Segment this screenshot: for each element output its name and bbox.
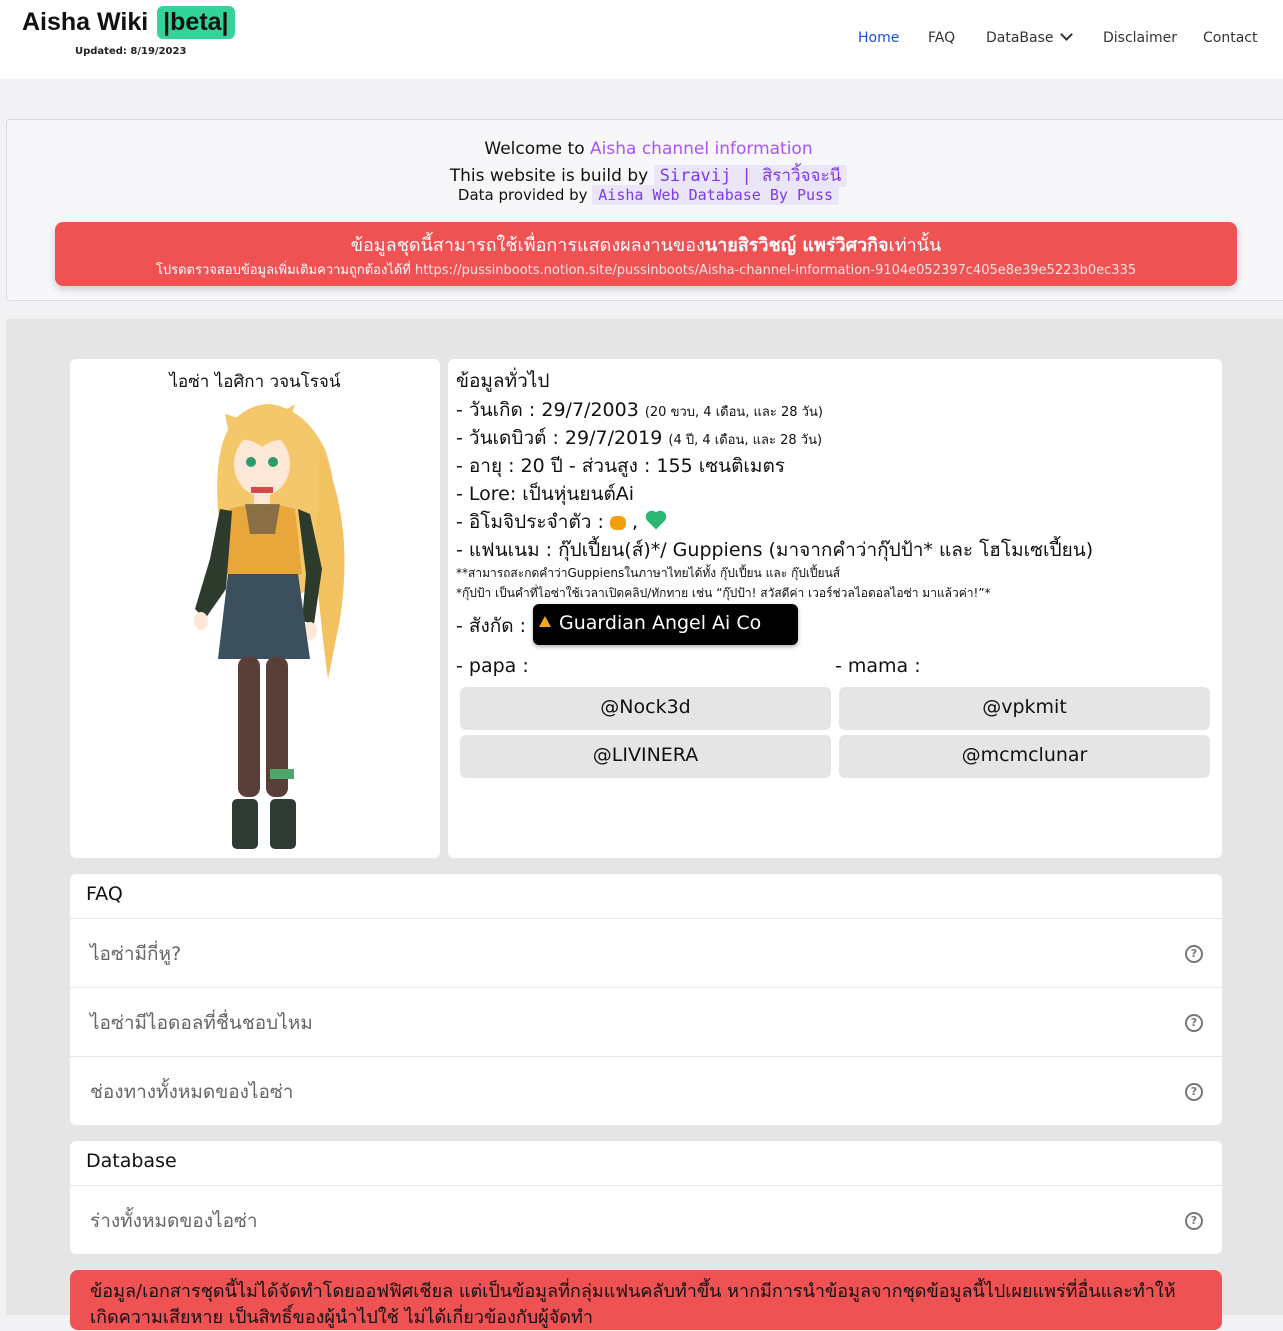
database-item-label: ร่างทั้งหมดของไอซ่า	[90, 1210, 258, 1232]
debut-value: - วันเดบิวต์ : 29/7/2019	[456, 427, 663, 449]
faq-item[interactable]: ไอซ่ามีไอดอลที่ชื่นชอบไหม ?	[70, 987, 1222, 1057]
alert-owner: นายสิรวิชญ์ แพร่วิศวกิจ	[704, 235, 889, 256]
fanname-row: - แฟนเนม : กุ๊ปเปี้ยน(ส์)*/ Guppiens (มา…	[456, 539, 1094, 561]
affiliation-badge[interactable]: Guardian Angel Ai Co Ltd.	[533, 604, 798, 672]
papa-label: - papa :	[456, 655, 529, 677]
cat-emoji-icon	[609, 515, 626, 530]
age-height-row: - อายุ : 20 ปี - ส่วนสูง : 155 เซนติเมตร	[456, 455, 785, 477]
faq-section: FAQ ไอซ่ามีกี่หู? ? ไอซ่ามีไอดอลที่ชื่นช…	[70, 874, 1222, 1125]
mama-label: - mama :	[835, 655, 921, 677]
profile-card: ไอซ่า ไอศิกา วจนโรจน์	[70, 359, 440, 858]
faq-item[interactable]: ช่องทางทั้งหมดของไอซ่า ?	[70, 1056, 1222, 1126]
nav-database-dropdown[interactable]: DataBase	[986, 28, 1073, 46]
papa-nock3d-button[interactable]: @Nock3d	[460, 687, 831, 730]
emoji-row: - อิโมจิประจำตัว : ,	[456, 507, 665, 537]
alert-text: ข้อมูลชุดนี้สามารถใช้เพื่อการแสดงผลงานขอ…	[350, 235, 705, 256]
info-heading: ข้อมูลทั่วไป	[456, 370, 550, 392]
birthday-value: - วันเกิด : 29/7/2003	[456, 399, 639, 421]
question-circle-icon: ?	[1185, 945, 1203, 963]
nav-contact-link[interactable]: Contact	[1203, 30, 1257, 46]
builder-text: This website is build by	[449, 166, 654, 186]
faq-question: ไอซ่ามีกี่หู?	[90, 943, 182, 965]
provider-name: Aisha Web Database By Puss	[592, 185, 840, 205]
usage-alert: ข้อมูลชุดนี้สามารถใช้เพื่อการแสดงผลงานขอ…	[55, 222, 1237, 286]
faq-question: ช่องทางทั้งหมดของไอซ่า	[90, 1081, 294, 1103]
character-illustration	[194, 404, 345, 849]
site-logo[interactable]: Aisha Wiki |beta|	[22, 6, 235, 39]
logo-text: Aisha Wiki	[22, 8, 149, 36]
emoji-separator: ,	[631, 511, 639, 533]
papa-livinera-button[interactable]: @LIVINERA	[460, 735, 831, 778]
usage-alert-subtitle: โปรดตรวจสอบข้อมูลเพิ่มเติมความถูกต้องได้…	[55, 259, 1237, 280]
alert-check-text: โปรดตรวจสอบข้อมูลเพิ่มเติมความถูกต้องได้…	[155, 263, 416, 278]
provider-text: Data provided by	[457, 186, 593, 204]
usage-alert-title: ข้อมูลชุดนี้สามารถใช้เพื่อการแสดงผลงานขอ…	[55, 230, 1237, 259]
alert-suffix: เท่านั้น	[888, 235, 942, 256]
updated-date: Updated: 8/19/2023	[75, 46, 187, 57]
faq-title: FAQ	[86, 883, 123, 905]
database-section: Database ร่างทั้งหมดของไอซ่า ?	[70, 1141, 1222, 1254]
channel-name: Aisha channel information	[590, 139, 813, 159]
top-navbar: Aisha Wiki |beta| Updated: 8/19/2023 Hom…	[0, 0, 1283, 79]
nav-home-link[interactable]: Home	[858, 30, 899, 46]
question-circle-icon: ?	[1185, 1083, 1203, 1101]
birthday-row: - วันเกิด : 29/7/2003 (20 ขวบ, 4 เดือน, …	[456, 395, 823, 425]
fanname-note-2: *กุ๊ปป้า เป็นคำที่ไอซ่าใช้เวลาเปิดคลิป/ท…	[456, 586, 991, 600]
database-item[interactable]: ร่างทั้งหมดของไอซ่า ?	[70, 1185, 1222, 1255]
nav-faq-link[interactable]: FAQ	[928, 30, 955, 46]
lore-row: - Lore: เป็นหุ่นยนต์Ai	[456, 483, 635, 505]
beta-badge: |beta|	[157, 6, 235, 39]
builder-name: Siravij | สิราวิ้จจะนี	[653, 165, 848, 187]
question-circle-icon: ?	[1185, 1014, 1203, 1032]
debut-age: (4 ปี, 4 เดือน, และ 28 วัน)	[668, 433, 823, 448]
faq-question: ไอซ่ามีไอดอลที่ชื่นชอบไหม	[90, 1012, 313, 1034]
welcome-text: Welcome to	[484, 139, 591, 159]
affiliation-label: - สังกัด :	[456, 615, 527, 637]
database-title: Database	[86, 1150, 177, 1172]
notion-link[interactable]: https://pussinboots.notion.site/pussinbo…	[415, 263, 1136, 278]
guardian-logo-icon	[539, 616, 551, 627]
emoji-label: - อิโมจิประจำตัว :	[456, 511, 604, 533]
provider-line: Data provided by Aisha Web Database By P…	[7, 185, 1283, 205]
nav-database-label: DataBase	[986, 30, 1054, 46]
nav-disclaimer-link[interactable]: Disclaimer	[1103, 30, 1177, 46]
welcome-line: Welcome to Aisha channel information	[7, 139, 1283, 159]
disclaimer-text: ข้อมูล/เอกสารชุดนี้ไม่ได้จัดทำโดยออฟฟิศเ…	[90, 1281, 1176, 1328]
mama-vpkmit-button[interactable]: @vpkmit	[839, 687, 1210, 730]
disclaimer-alert: ข้อมูล/เอกสารชุดนี้ไม่ได้จัดทำโดยออฟฟิศเ…	[70, 1270, 1222, 1330]
fanname-note-1: **สามารถสะกดคำว่าGuppiensในภาษาไทยได้ทั้…	[456, 566, 841, 580]
birthday-age: (20 ขวบ, 4 เดือน, และ 28 วัน)	[644, 405, 823, 420]
faq-item[interactable]: ไอซ่ามีกี่หู? ?	[70, 918, 1222, 988]
question-circle-icon: ?	[1185, 1212, 1203, 1230]
chevron-down-icon	[1059, 28, 1073, 41]
mama-mcmclunar-button[interactable]: @mcmclunar	[839, 735, 1210, 778]
green-heart-icon	[647, 512, 665, 530]
debut-row: - วันเดบิวต์ : 29/7/2019 (4 ปี, 4 เดือน,…	[456, 423, 822, 453]
